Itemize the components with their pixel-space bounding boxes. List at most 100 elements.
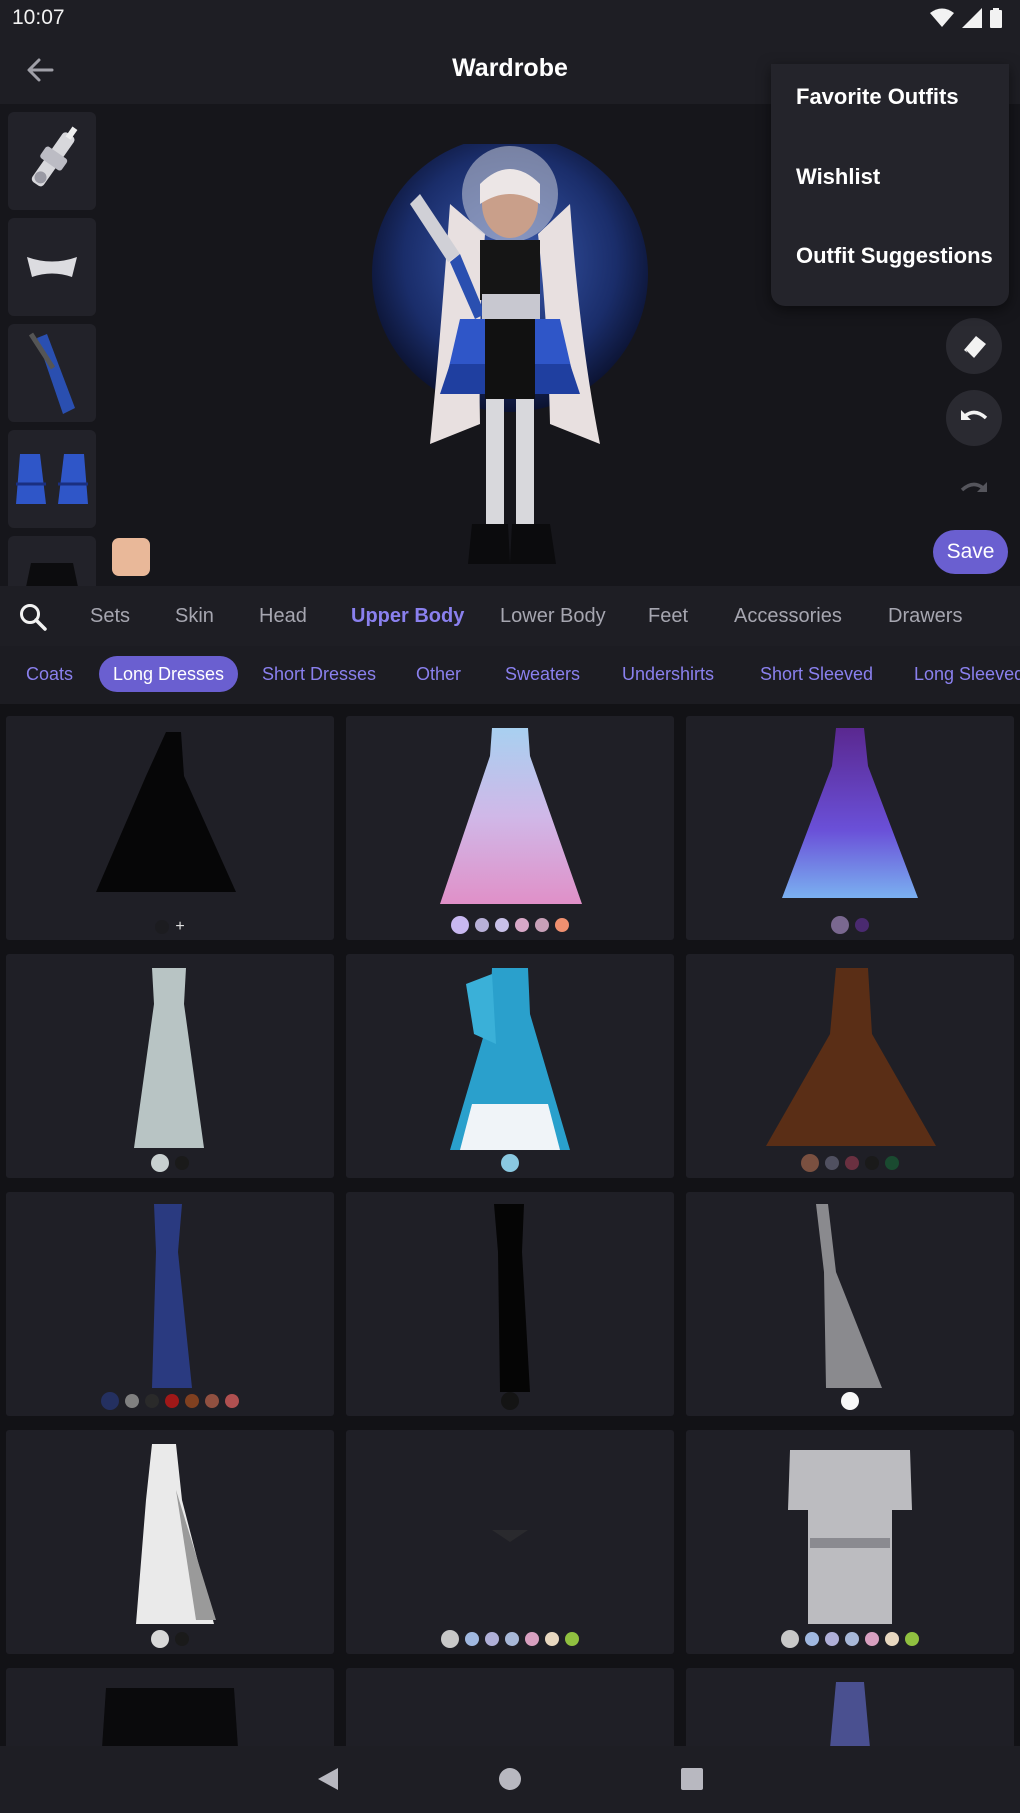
color-swatch[interactable]	[145, 1394, 159, 1408]
color-swatch[interactable]	[225, 1394, 239, 1408]
color-swatch[interactable]	[151, 1630, 169, 1648]
grid-item[interactable]	[6, 1192, 334, 1416]
menu-item-outfit-suggestions[interactable]: Outfit Suggestions	[796, 243, 993, 269]
tab-head[interactable]: Head	[259, 605, 307, 628]
color-swatch[interactable]	[865, 1156, 879, 1170]
color-swatches	[346, 1154, 674, 1172]
equipped-item-ruffles[interactable]	[8, 430, 96, 528]
tab-feet[interactable]: Feet	[648, 605, 688, 628]
tab-skin[interactable]: Skin	[175, 605, 214, 628]
tab-sets[interactable]: Sets	[90, 605, 130, 628]
grid-item[interactable]	[346, 954, 674, 1178]
tab-accessories[interactable]: Accessories	[734, 605, 842, 628]
color-swatch[interactable]	[501, 1392, 519, 1410]
tab-drawers[interactable]: Drawers	[888, 605, 962, 628]
grid-item[interactable]: +	[6, 716, 334, 940]
color-swatch[interactable]	[781, 1630, 799, 1648]
color-swatch[interactable]	[505, 1632, 519, 1646]
color-swatch[interactable]	[451, 916, 469, 934]
nav-home-icon[interactable]	[498, 1766, 522, 1792]
color-swatch[interactable]	[555, 918, 569, 932]
nav-back-icon[interactable]	[316, 1766, 340, 1792]
menu-item-wishlist[interactable]: Wishlist	[796, 164, 880, 190]
grid-item[interactable]	[6, 1430, 334, 1654]
tab-lower-body[interactable]: Lower Body	[500, 605, 606, 628]
save-button[interactable]: Save	[933, 530, 1008, 574]
color-swatch[interactable]	[525, 1632, 539, 1646]
chip-short-dresses[interactable]: Short Dresses	[262, 656, 376, 692]
color-swatch[interactable]	[475, 918, 489, 932]
grid-item[interactable]	[686, 1668, 1014, 1746]
grid-item[interactable]	[6, 1668, 334, 1746]
chip-long-sleeved[interactable]: Long Sleeved	[914, 656, 1020, 692]
color-swatch[interactable]	[175, 1632, 189, 1646]
color-swatch[interactable]	[501, 1154, 519, 1172]
color-swatch[interactable]	[125, 1394, 139, 1408]
color-swatch[interactable]	[545, 1632, 559, 1646]
grid-item[interactable]	[346, 716, 674, 940]
equipped-item-skirt[interactable]	[8, 536, 96, 586]
color-swatch[interactable]	[855, 918, 869, 932]
eraser-button[interactable]	[946, 318, 1002, 374]
color-swatch[interactable]	[905, 1632, 919, 1646]
color-swatch[interactable]	[155, 920, 170, 934]
color-swatch[interactable]	[441, 1630, 459, 1648]
color-swatch[interactable]	[495, 918, 509, 932]
grid-item[interactable]	[6, 954, 334, 1178]
redo-button[interactable]	[946, 462, 1002, 518]
grid-item[interactable]	[686, 1192, 1014, 1416]
chip-sweaters[interactable]: Sweaters	[505, 656, 580, 692]
color-swatches	[686, 1630, 1014, 1648]
color-swatch[interactable]	[825, 1156, 839, 1170]
grid-item[interactable]	[686, 716, 1014, 940]
nav-recents-icon[interactable]	[680, 1766, 704, 1792]
color-swatch[interactable]	[825, 1632, 839, 1646]
color-swatch[interactable]	[485, 1632, 499, 1646]
color-swatch[interactable]	[185, 1394, 199, 1408]
color-swatch[interactable]	[465, 1632, 479, 1646]
color-swatch[interactable]	[865, 1632, 879, 1646]
brown-gown-image	[766, 968, 936, 1146]
color-swatch[interactable]	[845, 1632, 859, 1646]
add-color-icon[interactable]: +	[175, 919, 184, 935]
color-swatch[interactable]	[101, 1392, 119, 1410]
search-icon[interactable]	[18, 602, 48, 632]
tab-upper-body[interactable]: Upper Body	[351, 605, 464, 628]
signal-icon	[962, 8, 982, 28]
color-swatch[interactable]	[515, 918, 529, 932]
chip-short-sleeved[interactable]: Short Sleeved	[760, 656, 873, 692]
color-swatch[interactable]	[165, 1394, 179, 1408]
equipped-item-gloves[interactable]	[8, 324, 96, 422]
skin-tone-swatch[interactable]	[112, 538, 150, 576]
menu-item-favorite-outfits[interactable]: Favorite Outfits	[796, 84, 959, 110]
color-swatch[interactable]	[801, 1154, 819, 1172]
undo-button[interactable]	[946, 390, 1002, 446]
color-swatch[interactable]	[565, 1632, 579, 1646]
grid-item[interactable]	[346, 1430, 674, 1654]
grid-item[interactable]	[346, 1192, 674, 1416]
color-swatch[interactable]	[885, 1632, 899, 1646]
color-swatches	[346, 916, 674, 934]
color-swatch[interactable]	[885, 1156, 899, 1170]
color-swatch[interactable]	[805, 1632, 819, 1646]
back-arrow-icon[interactable]	[22, 52, 58, 88]
grid-item[interactable]	[686, 1430, 1014, 1654]
chip-coats[interactable]: Coats	[26, 656, 73, 692]
equipped-item-raygun[interactable]	[8, 112, 96, 210]
chip-long-dresses[interactable]: Long Dresses	[99, 656, 239, 692]
color-swatches	[6, 1154, 334, 1172]
color-swatch[interactable]	[535, 918, 549, 932]
color-swatch[interactable]	[151, 1154, 169, 1172]
color-swatch[interactable]	[831, 916, 849, 934]
status-icons	[930, 8, 1002, 28]
grid-item[interactable]	[346, 1668, 674, 1746]
color-swatch[interactable]	[175, 1156, 189, 1170]
color-swatch[interactable]	[841, 1392, 859, 1410]
equipped-item-collar[interactable]	[8, 218, 96, 316]
color-swatch[interactable]	[205, 1394, 219, 1408]
color-swatch[interactable]	[845, 1156, 859, 1170]
grid-item[interactable]	[686, 954, 1014, 1178]
chip-other[interactable]: Other	[416, 656, 461, 692]
chip-undershirts[interactable]: Undershirts	[622, 656, 714, 692]
color-swatches	[686, 1154, 1014, 1172]
